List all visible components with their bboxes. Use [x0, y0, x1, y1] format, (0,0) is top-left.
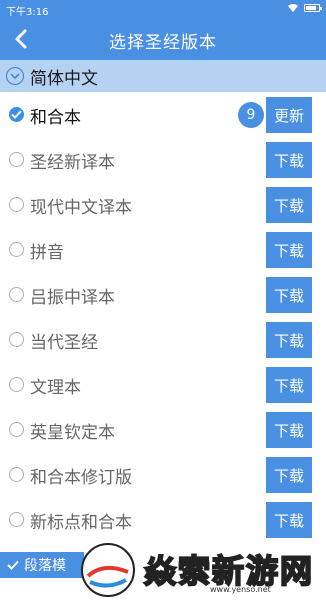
- radio-icon[interactable]: [9, 467, 24, 482]
- version-name: 当代圣经: [30, 333, 98, 353]
- version-row[interactable]: 新标点和合本 下载: [0, 497, 326, 542]
- version-name: 文理本: [30, 378, 81, 398]
- update-count-badge: 9: [238, 102, 264, 128]
- status-time: 下午3:16: [6, 7, 49, 18]
- battery-icon: [304, 4, 322, 12]
- version-row[interactable]: 英皇钦定本 下载: [0, 407, 326, 452]
- radio-icon[interactable]: [9, 377, 24, 392]
- version-name: 现代中文译本: [30, 198, 132, 218]
- wifi-icon: [288, 4, 298, 12]
- update-button[interactable]: 更新: [266, 97, 312, 133]
- version-name: 圣经新译本: [30, 153, 115, 173]
- watermark-url: www.yenso.net: [210, 585, 271, 594]
- radio-icon[interactable]: [9, 332, 24, 347]
- watermark: 焱索新游网 www.yenso.net: [80, 540, 326, 600]
- download-button[interactable]: 下载: [266, 142, 312, 178]
- version-row[interactable]: 和合本修订版 下载: [0, 452, 326, 497]
- download-button[interactable]: 下载: [266, 322, 312, 358]
- radio-icon[interactable]: [9, 242, 24, 257]
- download-button[interactable]: 下载: [266, 412, 312, 448]
- radio-checked-icon[interactable]: [9, 107, 24, 122]
- version-row[interactable]: 文理本 下载: [0, 362, 326, 407]
- version-row[interactable]: 拼音 下载: [0, 227, 326, 272]
- status-icons: [287, 3, 322, 13]
- version-row[interactable]: 和合本 9 更新: [0, 92, 326, 137]
- version-name: 新标点和合本: [30, 513, 132, 533]
- version-name: 和合本: [30, 108, 81, 128]
- version-row[interactable]: 圣经新译本 下载: [0, 137, 326, 182]
- radio-icon[interactable]: [9, 422, 24, 437]
- version-row[interactable]: 当代圣经 下载: [0, 317, 326, 362]
- version-name: 和合本修订版: [30, 468, 132, 488]
- title-bar: 选择圣经版本: [0, 18, 326, 60]
- paragraph-mode-label: 段落模: [24, 558, 66, 574]
- download-button[interactable]: 下载: [266, 277, 312, 313]
- group-header-simplified-chinese[interactable]: 简体中文: [0, 60, 326, 92]
- watermark-logo-icon: [81, 543, 135, 597]
- download-button[interactable]: 下载: [266, 367, 312, 403]
- radio-icon[interactable]: [9, 152, 24, 167]
- paragraph-mode-toggle[interactable]: 段落模: [0, 552, 84, 578]
- version-row[interactable]: 现代中文译本 下载: [0, 182, 326, 227]
- version-name: 拼音: [30, 243, 64, 263]
- download-button[interactable]: 下载: [266, 457, 312, 493]
- group-title: 简体中文: [30, 68, 98, 89]
- version-list: 和合本 9 更新 圣经新译本 下载 现代中文译本 下载 拼音 下载 吕振中译本 …: [0, 92, 326, 542]
- download-button[interactable]: 下载: [266, 502, 312, 538]
- version-name: 英皇钦定本: [30, 423, 115, 443]
- version-name: 吕振中译本: [30, 288, 115, 308]
- radio-icon[interactable]: [9, 197, 24, 212]
- status-bar: 下午3:16: [0, 0, 326, 18]
- radio-icon[interactable]: [9, 287, 24, 302]
- page-title: 选择圣经版本: [109, 33, 217, 53]
- download-button[interactable]: 下载: [266, 187, 312, 223]
- checkmark-icon: [6, 558, 20, 572]
- radio-icon[interactable]: [9, 512, 24, 527]
- download-button[interactable]: 下载: [266, 232, 312, 268]
- chevron-down-icon: [6, 67, 24, 85]
- version-row[interactable]: 吕振中译本 下载: [0, 272, 326, 317]
